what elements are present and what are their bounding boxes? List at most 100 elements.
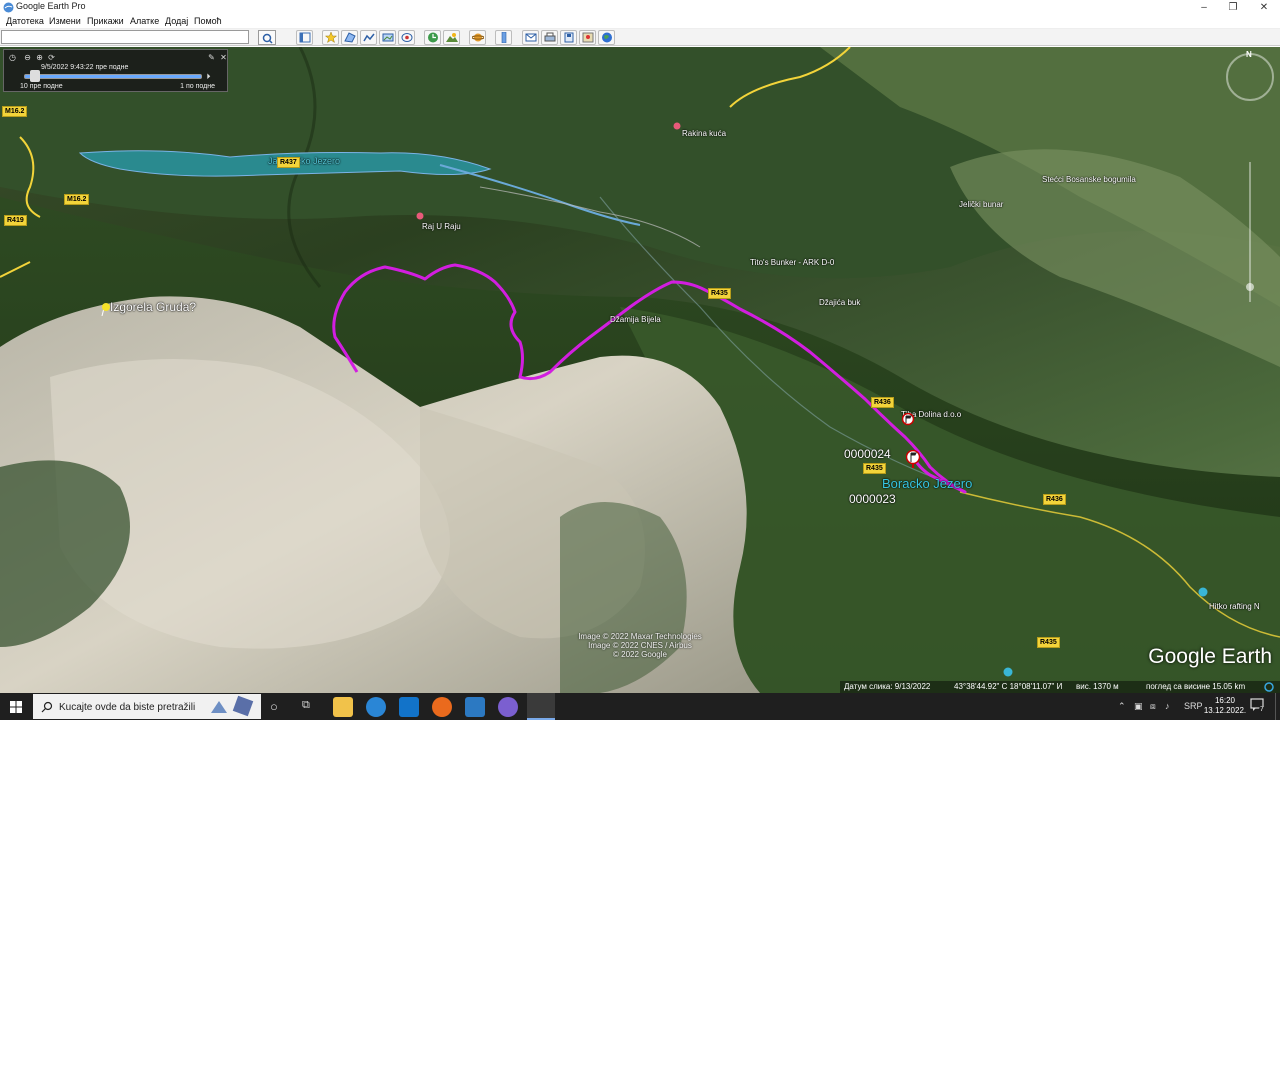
edge-icon[interactable] — [366, 697, 386, 717]
google-earth-icon — [3, 2, 14, 13]
time-slider-start: 10 пре подне — [20, 83, 63, 90]
start-button[interactable] — [0, 693, 32, 720]
menu-bar: Датотека Измени Прикажи Алатке Додај Пом… — [0, 15, 1280, 29]
minimize-button[interactable]: – — [1190, 0, 1218, 15]
historical-imagery-button[interactable] — [424, 30, 441, 45]
email-icon — [525, 33, 537, 42]
map-label-dzamija[interactable]: Džamija Bijela — [610, 315, 661, 324]
save-image-button[interactable] — [560, 30, 577, 45]
map-view[interactable]: Jablaničko Jezero Raj U Raju Izgorela Gr… — [0, 47, 1280, 693]
map-label-p23[interactable]: 0000023 — [849, 492, 896, 506]
close-icon[interactable]: ✕ — [219, 53, 228, 62]
clock-icon[interactable]: ◷ — [8, 53, 17, 62]
map-label-raj[interactable]: Raj U Raju — [422, 222, 461, 231]
menu-tools[interactable]: Алатке — [130, 16, 159, 26]
zoom-slider[interactable] — [1240, 157, 1260, 307]
firefox-icon[interactable] — [432, 697, 452, 717]
poi-marker-icon[interactable] — [673, 122, 681, 132]
network-icon[interactable]: ⧈ — [1150, 701, 1156, 712]
road-shield: R435 — [1037, 637, 1060, 648]
menu-edit[interactable]: Измени — [49, 16, 81, 26]
title-bar: Google Earth Pro – ❐ ✕ — [0, 0, 1280, 15]
taskbar-clock[interactable]: 16:20 13.12.2022. — [1203, 696, 1247, 716]
file-explorer-icon[interactable] — [333, 697, 353, 717]
add-placemark-button[interactable] — [322, 30, 339, 45]
zoom-in-icon[interactable]: ⊕ — [35, 53, 44, 62]
menu-file[interactable]: Датотека — [6, 16, 44, 26]
record-tour-button[interactable] — [398, 30, 415, 45]
add-image-overlay-button[interactable] — [379, 30, 396, 45]
time-slider-handle[interactable] — [30, 70, 40, 82]
poi-marker-icon[interactable] — [1198, 587, 1208, 599]
attribution-line: Image © 2022 Maxar Technologies — [578, 632, 702, 641]
view-in-maps-icon — [582, 32, 594, 43]
map-label-tito[interactable]: Tito's Bunker - ARK D-0 — [750, 258, 834, 267]
volume-icon[interactable]: ♪ — [1165, 701, 1170, 711]
earth-button[interactable] — [598, 30, 615, 45]
earth-icon — [602, 32, 612, 43]
print-button[interactable] — [541, 30, 558, 45]
sun-icon — [446, 33, 458, 42]
record-tour-icon — [401, 33, 413, 42]
north-indicator[interactable]: N — [1246, 50, 1252, 59]
navigation-compass[interactable] — [1226, 53, 1274, 101]
map-label-rakina[interactable]: Rakina kuća — [682, 129, 726, 138]
add-polygon-button[interactable] — [341, 30, 358, 45]
flag-marker-icon[interactable] — [902, 413, 914, 428]
time-slider-end: 1 по подне — [180, 83, 215, 90]
search-input[interactable] — [1, 30, 249, 44]
menu-add[interactable]: Додај — [165, 16, 188, 26]
add-path-button[interactable] — [360, 30, 377, 45]
close-button[interactable]: ✕ — [1250, 0, 1278, 15]
map-label-boracko[interactable]: Boracko Jezero — [882, 476, 972, 491]
map-label-stecci[interactable]: Stećci Bosanske bogumila — [1042, 175, 1136, 184]
view-in-maps-button[interactable] — [579, 30, 596, 45]
time-slider-date: 9/5/2022 9:43:22 пре подне — [41, 64, 129, 71]
google-earth-taskbar-icon[interactable] — [527, 693, 555, 720]
play-end-icon[interactable]: ⏵ — [204, 72, 213, 81]
search-button[interactable] — [258, 30, 276, 45]
viber-icon[interactable] — [498, 697, 518, 717]
map-label-dzajica[interactable]: Džajića buk — [819, 298, 860, 307]
taskbar-search-placeholder: Kucajte ovde da biste pretražili — [59, 702, 196, 713]
show-hidden-icons[interactable]: ⌃ — [1118, 701, 1126, 712]
map-label-p24[interactable]: 0000024 — [844, 447, 891, 461]
cortana-icon[interactable]: ○ — [270, 699, 278, 714]
coordinates: 43°38'44.92" С 18°08'11.07" И — [954, 682, 1063, 691]
email-button[interactable] — [522, 30, 539, 45]
road-shield: R419 — [4, 215, 27, 226]
map-label-hitko[interactable]: Hitko rafting N — [1209, 602, 1260, 611]
historical-imagery-icon — [428, 32, 438, 43]
menu-view[interactable]: Прикажи — [87, 16, 124, 26]
poi-marker-icon[interactable] — [1003, 667, 1013, 679]
photos-icon[interactable] — [465, 697, 485, 717]
taskbar-search[interactable]: Kucajte ovde da biste pretražili — [33, 694, 261, 719]
notifications-button[interactable]: 7 — [1250, 698, 1266, 714]
notification-count: 7 — [1259, 706, 1265, 713]
poi-marker-icon[interactable] — [416, 212, 424, 222]
task-view-icon[interactable]: ⧉ — [302, 699, 310, 712]
pushpin-icon[interactable] — [101, 302, 111, 316]
map-label-izgorela[interactable]: Izgorela Gruda? — [110, 300, 196, 314]
settings-icon[interactable]: ✎ — [207, 53, 216, 62]
zoom-out-icon[interactable]: ⊖ — [23, 53, 32, 62]
restore-button[interactable]: ❐ — [1219, 0, 1247, 15]
menu-help[interactable]: Помоћ — [194, 16, 222, 26]
time-slider-track[interactable] — [24, 74, 202, 79]
flag-marker-icon[interactable] — [906, 450, 920, 468]
map-label-jelicki[interactable]: Jelički bunar — [959, 200, 1003, 209]
sidebar-toggle-button[interactable] — [296, 30, 313, 45]
show-desktop-button[interactable] — [1275, 693, 1280, 720]
planets-button[interactable] — [469, 30, 486, 45]
play-icon[interactable]: ⟳ — [47, 53, 56, 62]
imagery-attribution: Image © 2022 Maxar Technologies Image © … — [540, 632, 740, 659]
outlook-icon[interactable] — [399, 697, 419, 717]
sun-button[interactable] — [443, 30, 460, 45]
sidebar-icon — [299, 32, 311, 43]
search-icon — [262, 33, 273, 44]
language-indicator[interactable]: SRP — [1184, 701, 1203, 711]
ruler-button[interactable] — [495, 30, 512, 45]
search-icon — [41, 701, 53, 713]
attribution-line: © 2022 Google — [613, 650, 667, 659]
meet-now-icon[interactable]: ▣ — [1134, 701, 1143, 712]
